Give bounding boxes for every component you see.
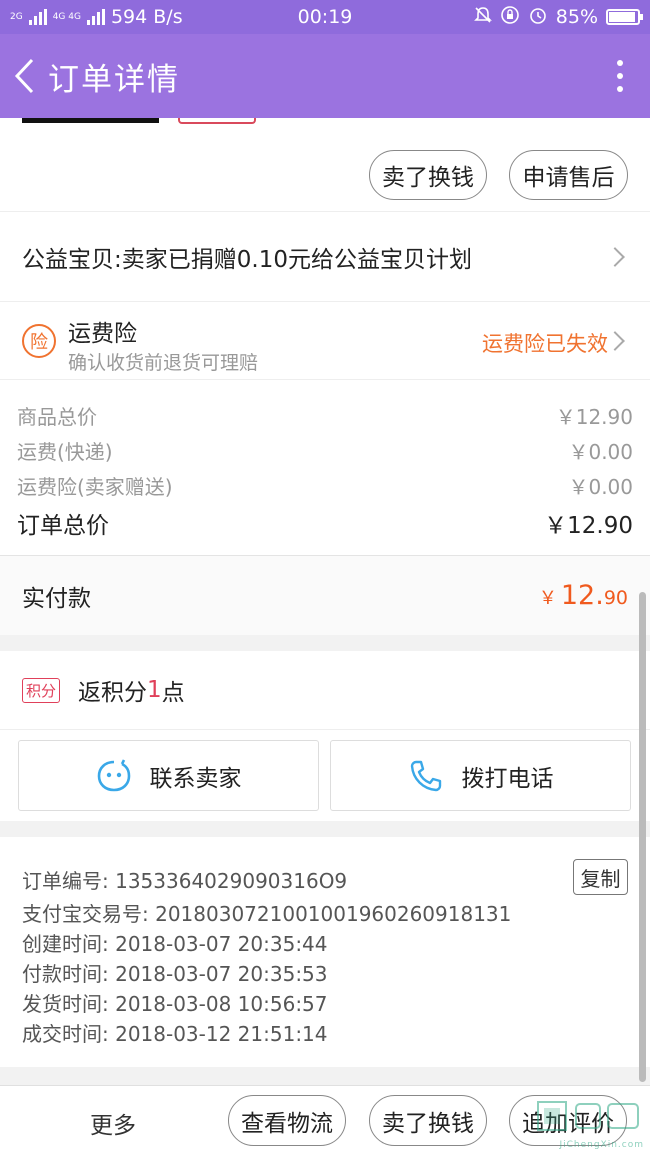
amount-paid-label: 实付款	[22, 585, 91, 612]
order-total-value: ￥12.90	[544, 513, 633, 539]
rotation-lock-icon	[500, 5, 520, 30]
page-title: 订单详情	[48, 61, 180, 98]
insurance-title: 运费险	[68, 321, 137, 347]
insurance-subtitle: 确认收货前退货可理赔	[68, 352, 259, 374]
chevron-right-icon	[605, 331, 625, 351]
amount-integer: 12.	[560, 580, 604, 611]
status-bar: 2G 4G 4G 594 B/s 00:19 85%	[0, 0, 650, 34]
dot-icon	[617, 86, 623, 92]
item-actions: 卖了换钱 申请售后	[0, 118, 650, 211]
alarm-icon	[528, 5, 548, 30]
price-row: 运费险(卖家赠送) ￥0.00	[17, 468, 633, 503]
promo-tag	[178, 118, 256, 124]
points-row: 积分 返积分 1 点	[0, 651, 650, 729]
back-button[interactable]	[0, 34, 48, 118]
paid-time: 付款时间: 2018-03-07 20:35:53	[22, 961, 328, 986]
created-time: 创建时间: 2018-03-07 20:35:44	[22, 931, 328, 956]
more-menu-button[interactable]	[590, 34, 650, 118]
bottom-action-bar: 更多 查看物流 卖了换钱 追加评价 JiChengXin.com	[0, 1085, 650, 1155]
dot-icon	[617, 73, 623, 79]
battery-icon	[606, 9, 643, 25]
insurance-status: 运费险已失效	[482, 332, 608, 356]
price-row: 运费(快递) ￥0.00	[17, 433, 633, 468]
app-header: 订单详情	[0, 34, 650, 118]
price-row: 商品总价 ￥12.90	[17, 398, 633, 433]
amount-paid-row: 实付款 ￥ 12. 90	[0, 555, 650, 635]
status-right: 85%	[473, 5, 643, 30]
alipay-transaction-number: 支付宝交易号: 2018030721001001960260918131	[22, 901, 512, 926]
watermark-url: JiChengXin.com	[559, 1140, 644, 1150]
order-detail-content[interactable]: 卖了换钱 申请售后 公益宝贝:卖家已捐赠0.10元给公益宝贝计划 险 运费险 确…	[0, 118, 650, 1085]
status-left: 2G 4G 4G 594 B/s	[10, 6, 183, 28]
points-badge: 积分	[22, 677, 61, 703]
network-speed: 594 B/s	[110, 6, 183, 28]
insurance-icon: 险	[22, 324, 56, 358]
signal-icon	[28, 9, 47, 25]
dot-icon	[617, 60, 623, 66]
sell-for-cash-button[interactable]: 卖了换钱	[369, 150, 487, 200]
points-number: 1	[147, 677, 162, 703]
amount-paid-value: ￥ 12. 90	[539, 580, 628, 611]
order-total-row: 订单总价 ￥12.90	[17, 503, 633, 543]
points-prefix: 返积分	[78, 680, 148, 706]
copy-order-number-button[interactable]: 复制	[573, 859, 628, 895]
product-thumbnail[interactable]	[22, 118, 159, 123]
price-summary: 商品总价 ￥12.90 运费(快递) ￥0.00 运费险(卖家赠送) ￥0.00…	[0, 379, 650, 555]
order-total-label: 订单总价	[17, 513, 109, 539]
contact-seller-button[interactable]: 联系卖家	[18, 740, 319, 811]
call-phone-button[interactable]: 拨打电话	[330, 740, 631, 811]
signal-icon-2	[86, 9, 105, 25]
call-phone-label: 拨打电话	[461, 765, 554, 792]
chevron-left-icon	[14, 58, 34, 94]
chevron-right-icon	[605, 246, 625, 267]
battery-percent: 85%	[555, 6, 598, 28]
chat-icon	[97, 758, 130, 791]
shipping-insurance-row[interactable]: 险 运费险 确认收货前退货可理赔 运费险已失效	[0, 301, 650, 379]
view-logistics-button[interactable]: 查看物流	[228, 1095, 346, 1146]
phone-icon	[410, 760, 441, 791]
order-number: 订单编号: 1353364029090316O9	[22, 868, 348, 893]
network-2g-label: 2G	[10, 11, 23, 22]
charity-row[interactable]: 公益宝贝:卖家已捐赠0.10元给公益宝贝计划	[0, 211, 650, 301]
price-value: ￥0.00	[568, 440, 633, 464]
price-value: ￥0.00	[568, 475, 633, 499]
sell-for-cash-bottom-button[interactable]: 卖了换钱	[369, 1095, 487, 1146]
currency-symbol: ￥	[538, 588, 557, 609]
price-label: 运费(快递)	[17, 440, 113, 464]
more-actions-button[interactable]: 更多	[90, 1106, 136, 1140]
order-info: 订单编号: 1353364029090316O9 支付宝交易号: 2018030…	[0, 837, 650, 1067]
shipped-time: 发货时间: 2018-03-08 10:56:57	[22, 991, 328, 1016]
network-4g-label: 4G 4G	[52, 11, 81, 22]
mute-icon	[473, 6, 492, 29]
amount-decimal: 90	[603, 587, 628, 609]
contact-seller-label: 联系卖家	[149, 765, 242, 792]
points-suffix: 点	[161, 680, 185, 706]
contact-row: 联系卖家 拨打电话	[0, 729, 650, 821]
price-label: 商品总价	[17, 405, 97, 429]
price-value: ￥12.90	[555, 405, 633, 429]
scrollbar[interactable]	[639, 592, 646, 1082]
watermark-logo: JiChengXin.com	[524, 1094, 644, 1150]
apply-after-sale-button[interactable]: 申请售后	[509, 150, 628, 200]
price-label: 运费险(卖家赠送)	[17, 475, 173, 499]
charity-text: 公益宝贝:卖家已捐赠0.10元给公益宝贝计划	[22, 246, 472, 273]
completed-time: 成交时间: 2018-03-12 21:51:14	[22, 1021, 328, 1046]
